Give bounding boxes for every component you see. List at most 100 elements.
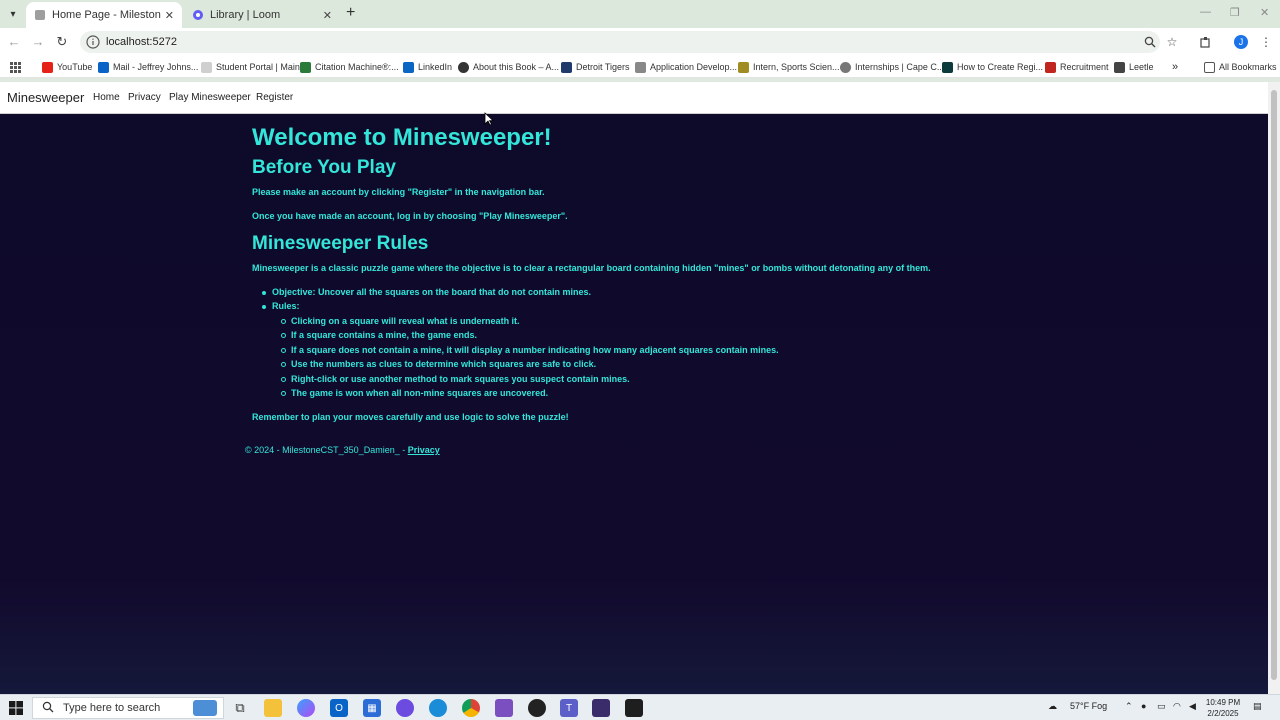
outlook-icon (98, 61, 109, 73)
extensions-icon[interactable] (1198, 34, 1214, 50)
discord-icon[interactable] (396, 699, 414, 717)
rule-item: If a square does not contain a mine, it … (291, 345, 779, 355)
nav-register[interactable]: Register (256, 92, 293, 103)
teams-icon[interactable]: T (560, 699, 578, 717)
bookmark-student-portal[interactable]: Student Portal | Main (201, 60, 300, 74)
bookmark-linkedin[interactable]: LinkedIn (403, 60, 452, 74)
page-scrollbar[interactable] (1268, 82, 1280, 694)
visual-studio-icon[interactable] (495, 699, 513, 717)
nav-play-minesweeper[interactable]: Play Minesweeper (169, 92, 251, 103)
site-brand[interactable]: Minesweeper (7, 90, 84, 105)
bookmark-intern-sports[interactable]: Intern, Sports Scien... (738, 60, 840, 74)
battery-icon[interactable]: ▭ (1157, 701, 1166, 712)
tab-loom[interactable]: Library | Loom ✕ (184, 2, 340, 28)
close-icon[interactable]: ✕ (323, 9, 332, 22)
new-tab-button[interactable]: + (346, 5, 355, 21)
bookmarks-overflow-icon[interactable]: » (1172, 60, 1178, 74)
nav-privacy[interactable]: Privacy (128, 92, 161, 103)
page-content: Welcome to Minesweeper! Before You Play … (0, 114, 1268, 694)
rule-item: Use the numbers as clues to determine wh… (291, 359, 597, 369)
taskbar-search[interactable]: Type here to search (32, 697, 224, 719)
link-icon (635, 61, 646, 73)
copilot-icon[interactable] (297, 699, 315, 717)
back-button[interactable]: ← (6, 34, 22, 49)
forward-button[interactable]: → (30, 34, 46, 49)
tab-strip: ▾ Home Page - MilestoneCST_35 ✕ Library … (0, 0, 1280, 28)
nav-home[interactable]: Home (93, 92, 120, 103)
all-bookmarks-button[interactable]: All Bookmarks (1204, 60, 1277, 74)
store-icon[interactable]: ▦ (363, 699, 381, 717)
menu-icon[interactable]: ⋮ (1258, 34, 1274, 50)
bookmark-icon (942, 61, 953, 73)
tab-title: Library | Loom (210, 9, 281, 21)
circle-bullet-icon (281, 377, 286, 382)
bookmark-recruitment[interactable]: Recruitment (1045, 60, 1109, 74)
microphone-icon[interactable]: ● (1141, 701, 1146, 711)
github-icon[interactable] (528, 699, 546, 717)
rule-item: Clicking on a square will reveal what is… (291, 316, 520, 326)
maximize-button[interactable]: ❐ (1230, 6, 1240, 19)
bookmark-how-to-create[interactable]: How to Create Regi... (942, 60, 1043, 74)
objective-item: Objective: Uncover all the squares on th… (272, 287, 592, 297)
rules-intro: Minesweeper is a classic puzzle game whe… (252, 263, 931, 273)
reload-button[interactable]: ↻ (54, 34, 70, 50)
edge-icon[interactable] (429, 699, 447, 717)
before-paragraph-1: Please make an account by clicking "Regi… (252, 187, 545, 197)
outlook-icon[interactable]: O (330, 699, 348, 717)
tab-search-button[interactable]: ▾ (4, 5, 22, 23)
close-icon[interactable]: ✕ (165, 9, 174, 22)
task-view-icon[interactable]: ⧉ (231, 699, 249, 717)
file-explorer-icon[interactable] (264, 699, 282, 717)
clock-date: 2/2/2025 (1207, 709, 1239, 718)
notifications-icon[interactable]: ▤ (1253, 701, 1262, 712)
search-highlight-icon (193, 700, 217, 716)
bookmark-detroit-tigers[interactable]: Detroit Tigers (561, 60, 630, 74)
site-info-icon[interactable] (86, 35, 100, 49)
circle-bullet-icon (281, 333, 286, 338)
circle-bullet-icon (281, 362, 286, 367)
footer-copyright: © 2024 - MilestoneCST_350_Damien_ - (245, 445, 408, 455)
gear-icon (840, 61, 851, 73)
tab-home-page[interactable]: Home Page - MilestoneCST_35 ✕ (26, 2, 182, 28)
clock[interactable]: 10:49 PM 2/2/2025 (1200, 697, 1246, 719)
app-icon[interactable] (625, 699, 643, 717)
bookmark-youtube[interactable]: YouTube (42, 60, 92, 74)
page-icon (201, 61, 212, 73)
youtube-icon (42, 61, 53, 73)
weather-text[interactable]: 57°F Fog (1070, 701, 1107, 711)
citation-icon (300, 61, 311, 73)
minimize-button[interactable]: — (1200, 6, 1211, 18)
before-paragraph-2: Once you have made an account, log in by… (252, 211, 568, 221)
bullet-icon (262, 305, 266, 309)
window-close-button[interactable]: ✕ (1260, 6, 1269, 19)
windows-start-icon[interactable] (9, 701, 23, 715)
tray-overflow-icon[interactable]: ⌃ (1125, 701, 1133, 712)
rule-item: Right-click or use another method to mar… (291, 374, 630, 384)
weather-icon[interactable]: ☁ (1048, 701, 1057, 712)
address-bar[interactable]: localhost:5272 (80, 31, 1160, 53)
bookmark-internships[interactable]: Internships | Cape C... (840, 60, 944, 74)
leetle-icon (1114, 61, 1125, 73)
bookmark-citation-machine[interactable]: Citation Machine®:... (300, 60, 399, 74)
wifi-icon[interactable]: ◠ (1173, 701, 1181, 712)
url-text: localhost:5272 (106, 36, 177, 48)
volume-icon[interactable]: ◀ (1189, 701, 1196, 712)
footer-privacy-link[interactable]: Privacy (408, 445, 440, 455)
bookmark-star-icon[interactable]: ☆ (1164, 34, 1180, 50)
apps-icon[interactable] (10, 60, 21, 74)
profile-avatar[interactable]: J (1234, 35, 1248, 49)
rules-heading: Minesweeper Rules (252, 233, 429, 254)
bookmark-icon (738, 61, 749, 73)
bookmark-leetle[interactable]: Leetle (1114, 60, 1154, 74)
search-icon (41, 701, 55, 716)
recruitment-icon (1045, 61, 1056, 73)
scrollbar-thumb[interactable] (1271, 90, 1277, 680)
chrome-icon[interactable] (462, 699, 480, 717)
bookmark-about-book[interactable]: About this Book – A... (458, 60, 559, 74)
bookmark-mail[interactable]: Mail - Jeffrey Johns... (98, 60, 198, 74)
linkedin-icon (403, 61, 414, 73)
folder-icon (1204, 61, 1215, 73)
bookmark-application-develop[interactable]: Application Develop... (635, 60, 737, 74)
zoom-icon[interactable] (1142, 34, 1158, 50)
terminal-icon[interactable] (592, 699, 610, 717)
